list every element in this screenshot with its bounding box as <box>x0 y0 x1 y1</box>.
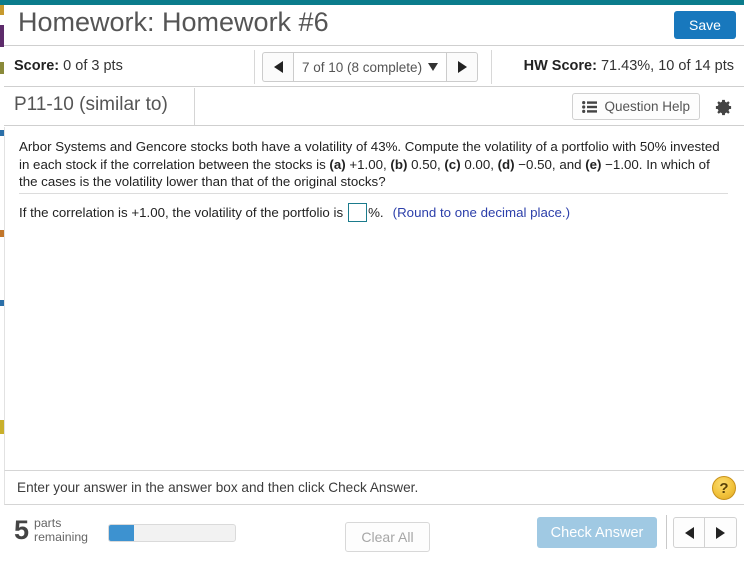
caret-down-icon <box>428 63 439 71</box>
score-bar-divider-left <box>254 50 255 84</box>
triangle-left-icon <box>684 526 694 539</box>
answer-input[interactable] <box>348 203 368 222</box>
footer-navigator <box>673 517 737 548</box>
choice-label-d: (d) <box>497 156 515 172</box>
score-value: 0 of 3 pts <box>63 58 123 74</box>
clear-all-button[interactable]: Clear All <box>345 522 430 552</box>
next-question-button[interactable] <box>447 52 479 82</box>
save-button[interactable]: Save <box>674 11 736 39</box>
choice-label-c: (c) <box>444 156 461 172</box>
rounding-hint: (Round to one decimal place.) <box>392 205 571 220</box>
footer-prev-button[interactable] <box>673 517 705 548</box>
choice-value-e: −1.00. <box>601 156 647 172</box>
homework-window: Homework: Homework #6 Save Score: 0 of 3… <box>0 0 744 563</box>
settings-button[interactable] <box>710 94 736 120</box>
edge-segment-olive <box>0 62 4 74</box>
edge-segment-purple <box>0 25 4 47</box>
question-help-button[interactable]: Question Help <box>572 93 700 120</box>
page-title: Homework: Homework #6 <box>18 7 329 37</box>
parts-remaining-label-line2: remaining <box>34 530 88 544</box>
footer-next-button[interactable] <box>705 517 737 548</box>
question-selector-label: 7 of 10 (8 complete) <box>302 59 423 75</box>
answer-unit-suffix: %. <box>368 205 384 220</box>
answer-prompt: If the correlation is +1.00, the volatil… <box>19 205 344 220</box>
instruction-text: Enter your answer in the answer box and … <box>17 480 419 495</box>
score-display: Score: 0 of 3 pts <box>14 58 123 74</box>
title-bar: Homework: Homework #6 Save <box>4 5 744 46</box>
hw-score-display: HW Score: 71.43%, 10 of 14 pts <box>524 58 734 74</box>
list-icon <box>582 100 598 113</box>
window-left-edge <box>0 0 4 563</box>
choice-value-c: 0.00, <box>460 156 498 172</box>
exercise-id: P11-10 (similar to) <box>14 94 168 115</box>
question-content-area: Arbor Systems and Gencore stocks both ha… <box>4 127 744 470</box>
edge-segment-blue-2 <box>0 300 4 306</box>
help-badge-icon[interactable]: ? <box>712 476 736 500</box>
progress-bar-fill <box>109 525 135 541</box>
choice-value-d: −0.50, and <box>514 156 586 172</box>
question-answer-divider <box>19 193 728 194</box>
edge-segment-blue <box>0 130 4 136</box>
parts-remaining-count: 5 <box>14 515 30 545</box>
hw-score-value: 71.43%, 10 of 14 pts <box>600 58 734 74</box>
choice-label-e: (e) <box>585 156 602 172</box>
question-selector-dropdown[interactable]: 7 of 10 (8 complete) <box>293 52 448 82</box>
edge-segment-gold <box>0 5 4 15</box>
prev-question-button[interactable] <box>262 52 293 82</box>
question-navigator: 7 of 10 (8 complete) <box>262 52 479 82</box>
answer-row: If the correlation is +1.00, the volatil… <box>19 203 570 222</box>
instruction-bar: Enter your answer in the answer box and … <box>4 470 744 505</box>
triangle-right-icon <box>457 61 467 73</box>
parts-remaining-label: parts remaining <box>34 516 88 544</box>
question-help-label: Question Help <box>604 99 690 114</box>
triangle-left-icon <box>273 61 283 73</box>
triangle-right-icon <box>716 526 725 539</box>
choice-label-a: (a) <box>329 156 346 172</box>
check-answer-button[interactable]: Check Answer <box>537 517 657 548</box>
exercise-header: P11-10 (similar to) Question Help <box>4 88 744 126</box>
score-label: Score: <box>14 58 60 74</box>
exercise-header-divider <box>194 88 195 125</box>
edge-segment-yellow <box>0 420 4 434</box>
choice-value-b: 0.50, <box>407 156 445 172</box>
choice-value-a: +1.00, <box>345 156 391 172</box>
question-body: Arbor Systems and Gencore stocks both ha… <box>19 138 726 191</box>
score-bar-divider-right <box>491 50 492 84</box>
gear-icon <box>715 99 731 115</box>
edge-segment-orange <box>0 230 4 237</box>
footer-divider <box>666 515 667 549</box>
progress-bar <box>108 524 236 542</box>
parts-remaining-label-line1: parts <box>34 516 62 530</box>
choice-label-b: (b) <box>390 156 408 172</box>
hw-score-label: HW Score: <box>523 58 597 74</box>
score-bar: Score: 0 of 3 pts 7 of 10 (8 complete) H… <box>4 47 744 87</box>
